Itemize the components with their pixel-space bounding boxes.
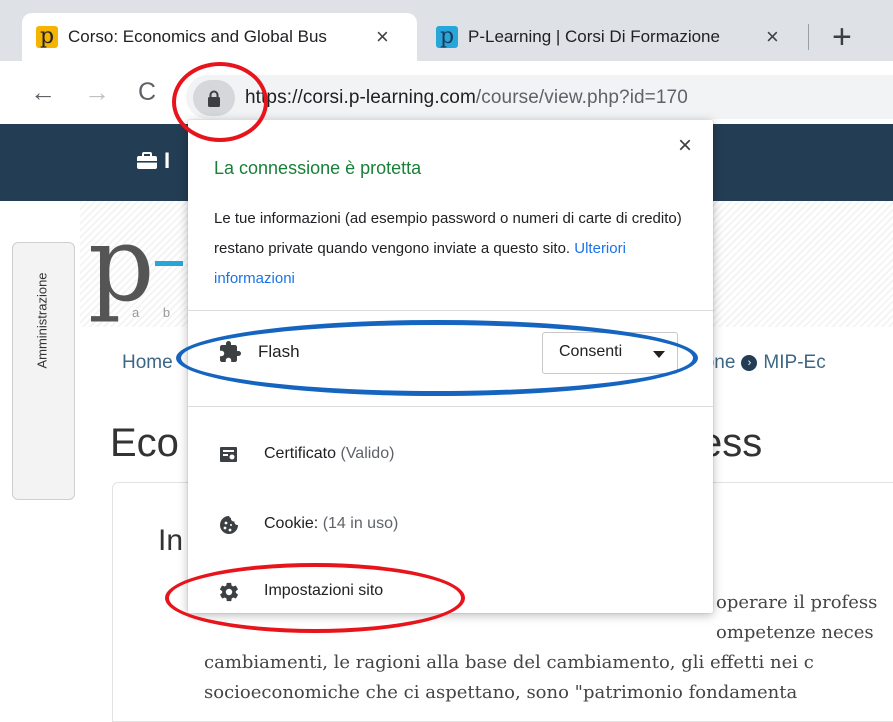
nav-item[interactable]: I xyxy=(136,148,170,174)
breadcrumb-item[interactable]: MIP-Ec xyxy=(763,352,825,373)
menu-label-text: Certificato xyxy=(264,445,337,462)
menu-label-sub: (14 in uso) xyxy=(322,515,399,532)
cookie-label: Cookie: (14 in uso) xyxy=(264,515,398,533)
section-heading: In xyxy=(158,524,184,557)
lock-icon xyxy=(208,90,220,107)
tab-title: Corso: Economics and Global Bus xyxy=(68,27,327,46)
logo-dash xyxy=(155,261,183,266)
back-arrow-icon[interactable]: ← xyxy=(30,79,56,105)
site-settings-row[interactable]: Impostazioni sito xyxy=(188,567,713,617)
tab-course[interactable]: p Corso: Economics and Global Bus × xyxy=(22,13,417,61)
site-favicon-icon: p xyxy=(436,26,458,48)
site-info-popup: × La connessione è protetta Le tue infor… xyxy=(188,120,713,613)
paragraph-line: socioeconomiche che ci aspettano, sono "… xyxy=(204,682,798,703)
flash-permission-select[interactable]: Consenti xyxy=(542,332,678,374)
paragraph-line: cambiamenti, le ragioni alla base del ca… xyxy=(204,652,814,673)
paragraph-line: operare il profess xyxy=(716,592,878,613)
menu-label-text: Impostazioni sito xyxy=(264,582,384,599)
divider xyxy=(188,406,713,407)
puzzle-icon xyxy=(220,341,241,362)
site-info-button[interactable] xyxy=(193,80,235,116)
site-settings-label: Impostazioni sito xyxy=(264,582,383,600)
breadcrumb-home[interactable]: Home xyxy=(122,352,173,374)
tab-title: P-Learning | Corsi Di Formazione xyxy=(468,27,720,46)
nav-item-label: I xyxy=(164,148,171,173)
url-host: https://corsi.p-learning.com xyxy=(245,87,476,108)
url-path: /course/view.php?id=170 xyxy=(475,87,688,108)
connection-description: Le tue informazioni (ad esempio password… xyxy=(214,204,684,294)
admin-drawer-label: Amministrazione xyxy=(34,272,50,369)
course-title: Eco xyxy=(110,421,179,465)
cookie-icon xyxy=(220,516,238,534)
close-icon[interactable]: × xyxy=(678,134,692,158)
admin-drawer-tab[interactable]: Amministrazione xyxy=(12,242,75,500)
menu-label-sub: (Valido) xyxy=(340,445,395,462)
briefcase-icon xyxy=(137,152,157,169)
site-favicon-icon: p xyxy=(36,26,58,48)
tab-p-learning[interactable]: p P-Learning | Corsi Di Formazione × xyxy=(422,13,800,61)
certificate-row[interactable]: Certificato (Valido) xyxy=(188,430,713,480)
gear-icon xyxy=(219,582,238,602)
flash-label: Flash xyxy=(258,342,300,361)
chevron-right-icon: › xyxy=(741,354,758,371)
flash-select-value: Consenti xyxy=(559,343,623,360)
logo[interactable]: p xyxy=(88,212,155,316)
reload-icon[interactable]: C xyxy=(138,79,156,105)
tab-close-icon[interactable]: × xyxy=(766,24,779,50)
menu-label-text: Cookie: xyxy=(264,515,319,532)
flash-permission-row: Flash Consenti xyxy=(188,328,713,378)
dropdown-caret-icon xyxy=(653,351,665,358)
paragraph-line: ompetenze neces xyxy=(716,622,874,643)
url-text[interactable]: https://corsi.p-learning.com/course/view… xyxy=(245,87,688,109)
certificate-label: Certificato (Valido) xyxy=(264,445,394,463)
cookie-row[interactable]: Cookie: (14 in uso) xyxy=(188,500,713,550)
divider xyxy=(188,310,713,311)
tab-close-icon[interactable]: × xyxy=(376,24,389,50)
connection-status-title: La connessione è protetta xyxy=(214,158,422,178)
forward-arrow-icon[interactable]: → xyxy=(84,79,110,105)
new-tab-button[interactable]: + xyxy=(832,18,852,57)
certificate-icon xyxy=(220,447,237,462)
tab-separator xyxy=(808,24,809,50)
